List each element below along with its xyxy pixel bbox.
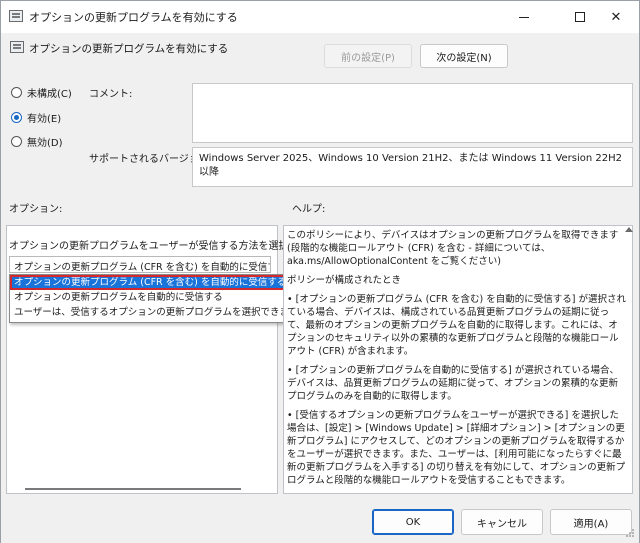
help-title: ヘルプ: — [292, 204, 326, 215]
help-paragraph: • [オプションの更新プログラム (CFR を含む) を自動的に受信する] が選… — [287, 294, 626, 357]
scroll-up-arrow-icon[interactable] — [625, 227, 633, 232]
radio-label-not-configured: 未構成(C) — [27, 89, 72, 100]
help-text: このポリシーにより、デバイスはオプションの更新プログラムを取得できます (段階的… — [287, 229, 627, 491]
minimize-icon — [519, 16, 529, 18]
dropdown-option-auto[interactable]: オプションの更新プログラムを自動的に受信する — [10, 290, 316, 305]
ok-button[interactable]: OK — [372, 509, 454, 535]
help-vertical-scrollbar[interactable] — [625, 225, 633, 493]
comment-value — [193, 84, 205, 92]
policy-dialog: オプションの更新プログラムを有効にする ✕ オプションの更新プログラムを有効にす… — [0, 0, 640, 543]
prev-setting-button[interactable]: 前の設定(P) — [324, 44, 412, 68]
supported-value: Windows Server 2025、Windows 10 Version 2… — [199, 153, 622, 178]
help-paragraph: • [受信するオプションの更新プログラムをユーザーが選択できる] を選択した場合… — [287, 410, 626, 486]
radio-circle[interactable] — [11, 87, 22, 98]
comment-label: コメント: — [89, 89, 133, 100]
help-paragraph: • [オプションの更新プログラムを自動的に受信する] が選択されている場合、デバ… — [287, 365, 619, 402]
radio-circle-checked[interactable] — [11, 112, 22, 123]
comment-textarea[interactable] — [192, 83, 633, 143]
policy-app-icon — [9, 10, 23, 22]
receive-method-select[interactable]: オプションの更新プログラム (CFR を含む) を自動的に受信する — [9, 256, 271, 273]
receive-method-label: オプションの更新プログラムをユーザーが受信する方法を選択する: — [9, 241, 312, 252]
minimize-button[interactable] — [501, 1, 547, 33]
resize-grip-icon[interactable] — [625, 528, 635, 538]
help-paragraph: ポリシーが構成されたとき — [287, 275, 402, 286]
options-horizontal-scrollbar[interactable] — [25, 488, 241, 490]
dropdown-option-cfr-auto[interactable]: オプションの更新プログラム (CFR を含む) を自動的に受信する — [10, 275, 316, 290]
radio-disabled[interactable]: 無効(D) — [11, 134, 63, 149]
options-title: オプション: — [9, 204, 63, 215]
radio-label-enabled: 有効(E) — [27, 114, 62, 125]
policy-setting-icon — [10, 41, 24, 53]
help-paragraph: このポリシーにより、デバイスはオプションの更新プログラムを取得できます (段階的… — [287, 230, 619, 267]
dropdown-option-user-choose[interactable]: ユーザーは、受信するオプションの更新プログラムを選択できます — [10, 305, 316, 320]
window-title: オプションの更新プログラムを有効にする — [29, 11, 238, 24]
next-setting-button[interactable]: 次の設定(N) — [420, 44, 508, 68]
cancel-button[interactable]: キャンセル — [461, 509, 543, 535]
policy-title: オプションの更新プログラムを有効にする — [29, 43, 229, 55]
title-bar[interactable]: オプションの更新プログラムを有効にする ✕ — [1, 1, 639, 33]
receive-method-dropdown-list: オプションの更新プログラム (CFR を含む) を自動的に受信する オプションの… — [9, 274, 317, 323]
supported-field: Windows Server 2025、Windows 10 Version 2… — [192, 147, 633, 187]
footer-bar — [1, 499, 639, 543]
radio-circle[interactable] — [11, 136, 22, 147]
maximize-icon — [575, 12, 585, 22]
radio-not-configured[interactable]: 未構成(C) — [11, 85, 72, 100]
radio-enabled[interactable]: 有効(E) — [11, 110, 61, 125]
radio-label-disabled: 無効(D) — [27, 138, 63, 149]
apply-button[interactable]: 適用(A) — [550, 509, 632, 535]
close-button[interactable]: ✕ — [593, 1, 639, 33]
close-icon: ✕ — [610, 9, 622, 25]
